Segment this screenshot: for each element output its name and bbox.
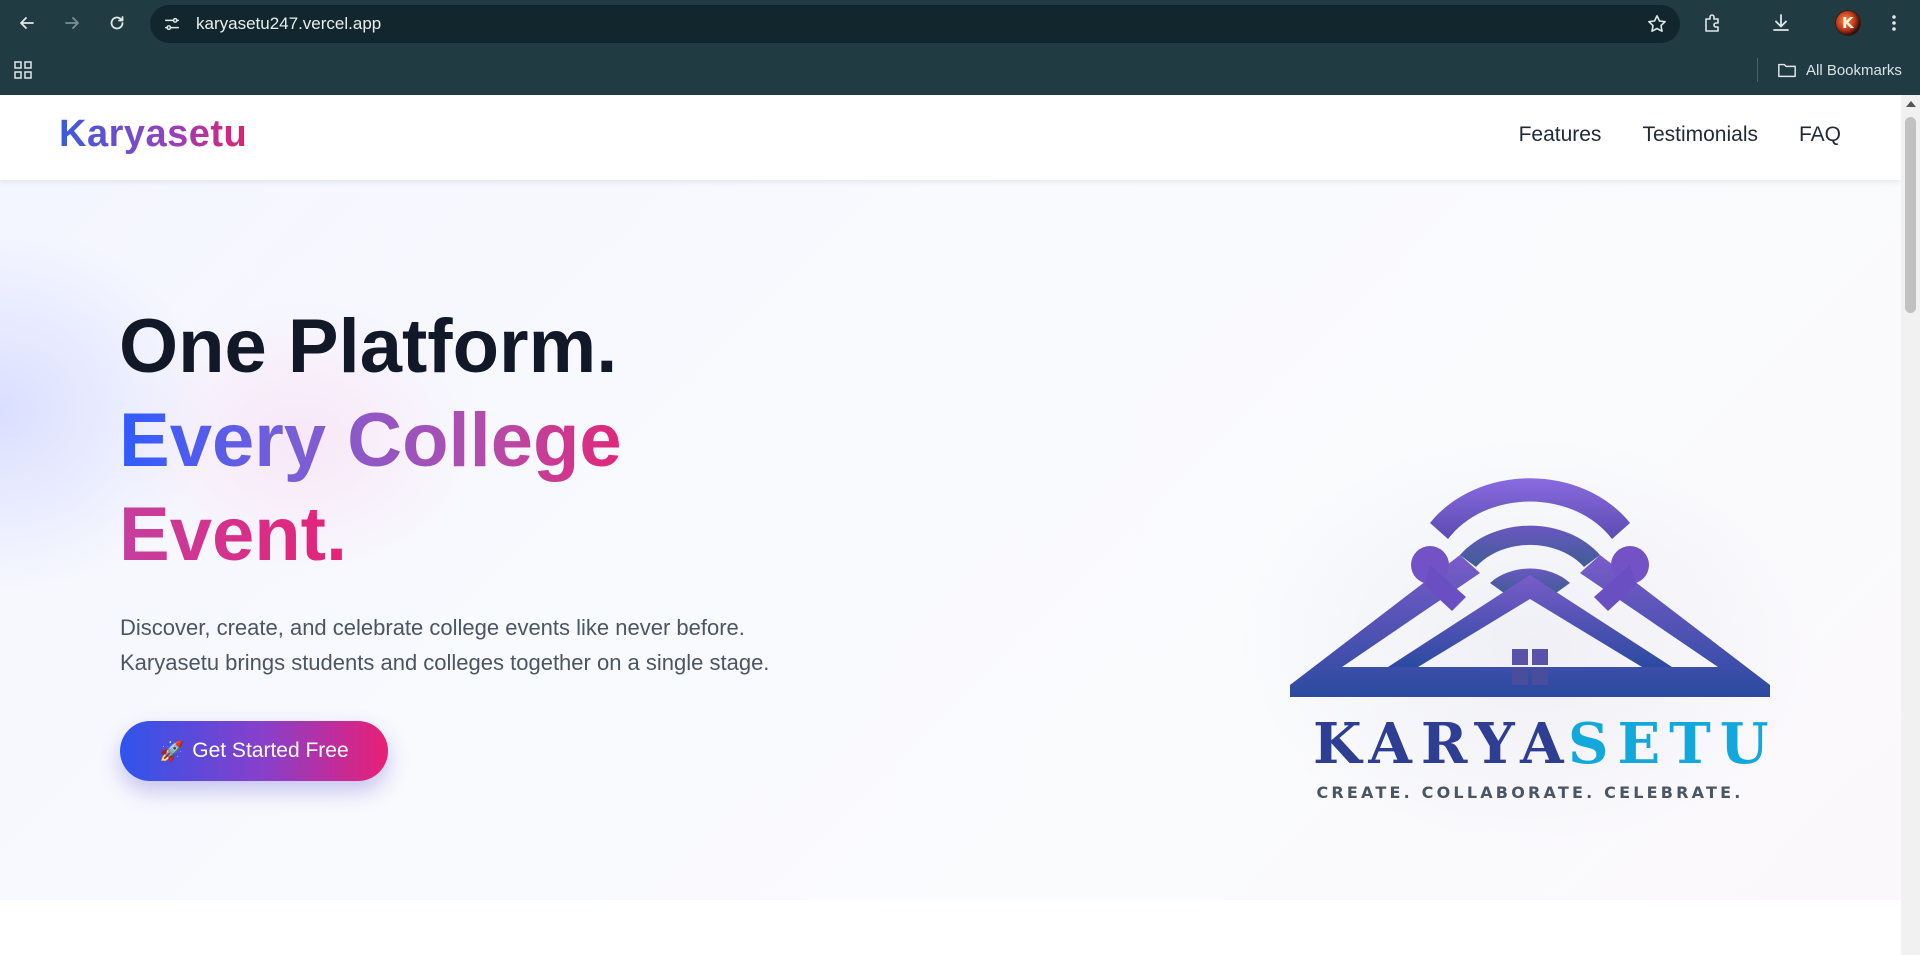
scroll-thumb[interactable] [1905,117,1916,313]
logo-word-karya: KARYA [1313,711,1573,777]
site-header: Karyasetu Features Testimonials FAQ [0,95,1901,180]
apps-grid-icon[interactable] [12,59,34,81]
site-nav: Features Testimonials FAQ [1519,123,1841,147]
arrow-left-icon [20,17,34,29]
nav-link-faq[interactable]: FAQ [1799,123,1841,147]
page-viewport: Karyasetu Features Testimonials FAQ One … [0,95,1901,955]
avatar-letter: K [1842,14,1854,32]
subtext-line-2: Karyasetu brings students and colleges t… [120,650,770,675]
menu-kebab-icon[interactable] [1881,10,1907,36]
logo-tagline: CREATE. COLLABORATE. CELEBRATE. [1316,783,1743,802]
nav-link-testimonials[interactable]: Testimonials [1642,123,1758,147]
extensions-icon[interactable] [1700,10,1726,36]
get-started-button[interactable]: 🚀 Get Started Free [120,721,388,781]
browser-toolbar: karyasetu247.vercel.app K [0,0,1920,46]
subtext-line-1: Discover, create, and celebrate college … [120,615,745,640]
address-bar[interactable]: karyasetu247.vercel.app [150,5,1680,43]
karyasetu-logo-graphic: KARYA SETU CREATE. COLLABORATE. CELEBRAT… [1290,478,1770,802]
headline-line-3: Event. [119,488,347,582]
hero-headline: One Platform. Every College Event. [119,300,622,582]
get-started-label: Get Started Free [192,739,349,762]
hero-section: One Platform. Every College Event. Disco… [0,180,1901,900]
all-bookmarks-label: All Bookmarks [1806,61,1902,79]
browser-chrome: karyasetu247.vercel.app K All Bookmarks [0,0,1920,95]
url-text[interactable]: karyasetu247.vercel.app [196,5,381,43]
bookmarks-divider [1757,58,1758,82]
hero-subtext: Discover, create, and celebrate college … [120,610,880,680]
all-bookmarks-button[interactable]: All Bookmarks [1776,58,1902,82]
reload-icon [110,16,124,30]
headline-line-1: One Platform. [119,304,618,389]
profile-avatar[interactable]: K [1835,10,1861,36]
nav-link-features[interactable]: Features [1519,123,1602,147]
rocket-icon: 🚀 [159,740,185,763]
scroll-up-arrow-icon[interactable] [1906,101,1916,107]
arrow-right-icon [65,17,79,29]
forward-button[interactable] [56,7,88,39]
window-pane [1512,649,1528,665]
bookmarks-bar: All Bookmarks [0,46,1920,95]
site-info-icon[interactable] [160,12,184,36]
site-logo-text[interactable]: Karyasetu [59,113,247,156]
page-scrollbar[interactable] [1901,95,1920,955]
headline-line-2: Every College [119,394,622,488]
folder-icon [1778,63,1796,78]
back-button[interactable] [11,7,43,39]
bookmark-star-icon[interactable] [1646,13,1668,35]
reload-button[interactable] [101,7,133,39]
logo-word-setu: SETU [1568,711,1770,777]
signal-arc-middle [1460,525,1600,567]
download-icon[interactable] [1768,10,1794,36]
